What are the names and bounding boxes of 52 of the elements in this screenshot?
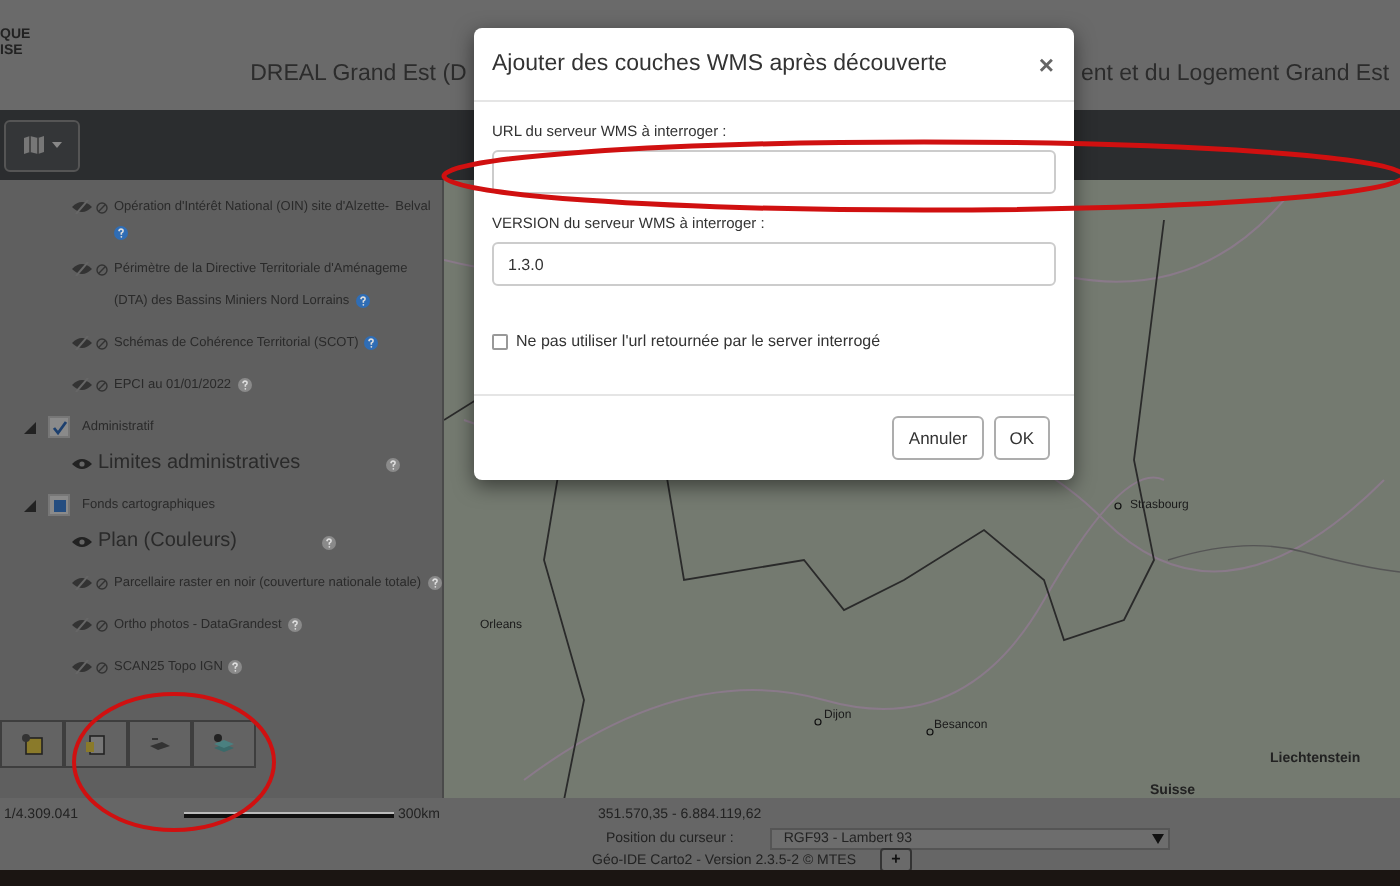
checkbox-label: Ne pas utiliser l'url retournée par le server interrogé <box>516 332 881 350</box>
expanded-caret-icon[interactable] <box>24 499 36 511</box>
blocked-icon <box>96 619 108 631</box>
site-title: DREAL Grand Est (D <box>248 62 467 86</box>
help-icon[interactable] <box>287 618 302 632</box>
file-icon <box>84 732 108 756</box>
blocked-icon <box>96 263 108 275</box>
crossed-eye-icon[interactable] <box>72 378 92 392</box>
help-icon[interactable] <box>322 535 337 549</box>
blocked-icon <box>96 201 108 213</box>
blocked-icon <box>96 661 108 673</box>
tool-button[interactable] <box>192 720 256 768</box>
url-field[interactable] <box>492 150 1056 194</box>
expanded-caret-icon[interactable] <box>24 421 36 433</box>
help-icon[interactable] <box>355 294 370 308</box>
help-icon[interactable] <box>364 336 379 350</box>
dialog-title: Ajouter des couches WMS après découverte <box>492 52 948 76</box>
tool-button[interactable] <box>64 720 128 768</box>
map-icon <box>23 136 43 154</box>
layers-icon <box>148 736 172 752</box>
help-icon[interactable] <box>237 378 252 392</box>
help-icon[interactable] <box>114 226 128 240</box>
tool-button[interactable] <box>0 720 64 768</box>
close-button[interactable]: × <box>1038 49 1054 79</box>
layer-add-icon <box>20 732 44 756</box>
eye-icon[interactable] <box>72 458 92 470</box>
group-checkbox[interactable] <box>48 416 70 438</box>
help-icon[interactable] <box>386 457 401 471</box>
ok-button[interactable]: OK <box>993 416 1050 460</box>
checkbox[interactable] <box>492 333 508 349</box>
crossed-eye-icon[interactable] <box>72 200 92 214</box>
map-menu-button[interactable] <box>4 119 80 171</box>
cancel-button[interactable]: Annuler <box>892 416 984 460</box>
caret-icon <box>1151 834 1164 844</box>
crossed-eye-icon[interactable] <box>72 660 92 674</box>
caret-icon <box>51 142 61 148</box>
crossed-eye-icon[interactable] <box>72 262 92 276</box>
version-field[interactable]: 1.3.0 <box>492 242 1056 286</box>
crossed-eye-icon[interactable] <box>72 618 92 632</box>
eye-icon[interactable] <box>72 536 92 548</box>
site-title: ent et du Logement Grand Est <box>1080 62 1392 86</box>
layers-search-icon <box>212 732 236 756</box>
help-icon[interactable] <box>427 576 442 590</box>
crossed-eye-icon[interactable] <box>72 576 92 590</box>
tool-button[interactable] <box>128 720 192 768</box>
expand-button[interactable]: + <box>880 848 912 872</box>
blocked-icon <box>96 577 108 589</box>
group-checkbox[interactable] <box>48 494 70 516</box>
blocked-icon <box>96 337 108 349</box>
help-icon[interactable] <box>228 660 243 674</box>
blocked-icon <box>96 379 108 391</box>
crossed-eye-icon[interactable] <box>72 336 92 350</box>
